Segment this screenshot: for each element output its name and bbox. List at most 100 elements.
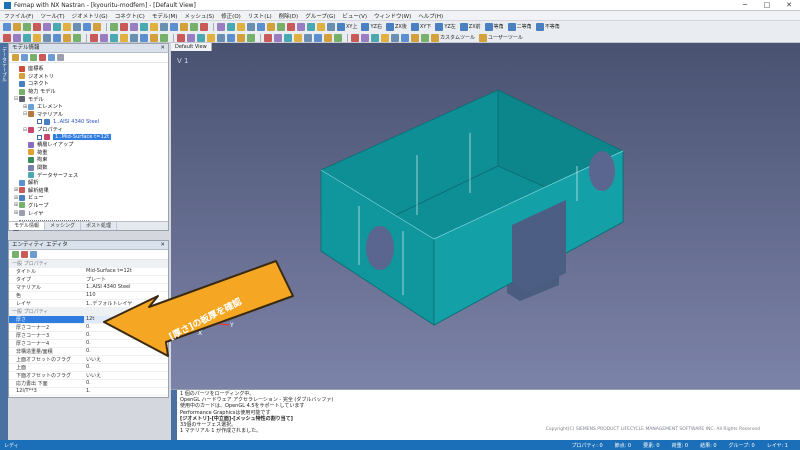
property-row[interactable]: 厚さコーナー3 0. [9, 332, 168, 340]
toolbar-button-icon[interactable] [257, 22, 265, 31]
toolbar-button-icon[interactable] [237, 33, 245, 42]
toolbar-button-icon[interactable] [63, 22, 71, 31]
toolbar-button-icon[interactable] [274, 33, 282, 42]
property-row[interactable]: タイトル Mid-Surface t=12t [9, 268, 168, 276]
property-row[interactable]: 上面 0. [9, 364, 168, 372]
menu-item[interactable]: モデル(M) [152, 12, 178, 20]
toolbar-button-icon[interactable] [247, 22, 255, 31]
toolbar-button-icon[interactable] [264, 33, 272, 42]
toolbar-button-icon[interactable] [150, 33, 158, 42]
panel-tab[interactable]: メッシング [45, 222, 82, 230]
toolbar-button-icon[interactable] [267, 22, 275, 31]
close-button[interactable]: ✕ [778, 0, 800, 11]
tree-item[interactable]: 関数 [9, 164, 168, 172]
toolbar-button-icon[interactable] [247, 33, 255, 42]
property-row[interactable]: 応力書出 下面 0. [9, 380, 168, 388]
minimize-button[interactable]: ─ [734, 0, 756, 11]
view-orient-button[interactable]: YZ右 [361, 22, 382, 31]
tree-item[interactable]: 1..Mid-Surface t=12t [9, 133, 168, 141]
toolbar-button-icon[interactable] [401, 33, 409, 42]
user-tools-button[interactable]: ユーザーツール [479, 33, 523, 42]
toolbar-button-icon[interactable] [207, 33, 215, 42]
toolbar-button-icon[interactable] [140, 22, 148, 31]
panel-close-icon[interactable]: ✕ [160, 44, 165, 53]
toolbar-button-icon[interactable] [187, 33, 195, 42]
cancel-icon[interactable] [21, 251, 28, 258]
tree-item[interactable]: ⊞ 解析結果 [9, 187, 168, 195]
list-icon[interactable] [30, 251, 37, 258]
toolbar-button-icon[interactable] [287, 22, 295, 31]
tree-item[interactable]: ⊞ エレメント [9, 103, 168, 111]
toolbar-button-icon[interactable] [294, 33, 302, 42]
toolbar-button-icon[interactable] [317, 22, 325, 31]
property-value[interactable]: いいえ [84, 372, 168, 379]
tree-item[interactable]: 解析 [9, 179, 168, 187]
tree-item[interactable]: コネクト [9, 80, 168, 88]
toolbar-button-icon[interactable] [411, 33, 419, 42]
toolbar-button-icon[interactable] [361, 33, 369, 42]
toolbar-button-icon[interactable] [307, 22, 315, 31]
delete-icon[interactable] [39, 54, 46, 61]
toolbar-button-icon[interactable] [23, 22, 31, 31]
tree-item[interactable]: 座標系 [9, 65, 168, 73]
toolbar-button-icon[interactable] [177, 33, 185, 42]
toolbar-button-icon[interactable] [334, 33, 342, 42]
toolbar-button-icon[interactable] [200, 22, 208, 31]
property-value[interactable]: プレート [84, 276, 168, 283]
menu-item[interactable]: ヘルプ(H) [418, 12, 443, 20]
toolbar-button-icon[interactable] [150, 22, 158, 31]
maximize-button[interactable]: □ [756, 0, 778, 11]
menu-item[interactable]: ビュー(V) [342, 12, 367, 20]
property-row[interactable]: レイヤ 1..デフォルトレイヤ [9, 300, 168, 308]
tree-item[interactable]: ジオメトリ [9, 73, 168, 81]
toolbar-button-icon[interactable] [83, 22, 91, 31]
toolbar-button-icon[interactable] [130, 22, 138, 31]
property-value[interactable]: 0. [84, 364, 168, 371]
menu-item[interactable]: コネクト(C) [115, 12, 145, 20]
toolbar-button-icon[interactable] [421, 33, 429, 42]
refresh-icon[interactable] [48, 54, 55, 61]
toolbar-button-icon[interactable] [13, 22, 21, 31]
toolbar-button-icon[interactable] [227, 33, 235, 42]
custom-tools-button[interactable]: カスタムツール [431, 33, 475, 42]
toolbar-button-icon[interactable] [120, 33, 128, 42]
property-row[interactable]: 厚さコーナー2 0. [9, 324, 168, 332]
toolbar-button-icon[interactable] [327, 22, 335, 31]
property-value[interactable]: 12t [84, 316, 168, 323]
menu-item[interactable]: ファイル(F) [4, 12, 33, 20]
toolbar-button-icon[interactable] [110, 22, 118, 31]
view-tab[interactable]: Default View [171, 43, 212, 51]
toolbar-button-icon[interactable] [160, 22, 168, 31]
toolbar-button-icon[interactable] [180, 22, 188, 31]
toolbar-button-icon[interactable] [130, 33, 138, 42]
toolbar-button-icon[interactable] [43, 33, 51, 42]
tree-item[interactable]: 荷力 モデル [9, 88, 168, 96]
toolbar-button-icon[interactable] [190, 22, 198, 31]
toolbar-button-icon[interactable] [217, 22, 225, 31]
toolbar-button-icon[interactable] [13, 33, 21, 42]
toolbar-button-icon[interactable] [391, 33, 399, 42]
graphics-viewport[interactable]: Z Y X Default View V 1 [171, 43, 800, 389]
property-row[interactable]: 上面オフセットのフラグ いいえ [9, 356, 168, 364]
tree-item[interactable]: ⊞ ビュー [9, 194, 168, 202]
panel-tab[interactable]: ポスト処理 [81, 222, 118, 230]
property-group-header[interactable]: 一般 プロパティ [9, 308, 168, 316]
toolbar-button-icon[interactable] [3, 33, 11, 42]
visibility-checkbox[interactable] [37, 119, 42, 125]
toolbar-button-icon[interactable] [93, 22, 101, 31]
toolbar-button-icon[interactable] [73, 33, 81, 42]
toolbar-button-icon[interactable] [120, 22, 128, 31]
view-orient-button[interactable]: 等角 [484, 22, 504, 31]
menu-item[interactable]: ジオメトリ(G) [72, 12, 108, 20]
tree-item[interactable]: ⊟ マテリアル [9, 111, 168, 119]
toolbar-button-icon[interactable] [100, 33, 108, 42]
property-row[interactable]: 下面オフセットのフラグ いいえ [9, 372, 168, 380]
property-value[interactable]: 1..デフォルトレイヤ [84, 300, 168, 307]
toolbar-button-icon[interactable] [63, 33, 71, 42]
toolbar-button-icon[interactable] [297, 22, 305, 31]
toolbar-button-icon[interactable] [33, 22, 41, 31]
property-group-header[interactable]: 一般 プロパティ [9, 260, 168, 268]
view-orient-button[interactable]: ZX前 [459, 22, 481, 31]
menu-item[interactable]: 修正(O) [221, 12, 241, 20]
toolbar-button-icon[interactable] [351, 33, 359, 42]
